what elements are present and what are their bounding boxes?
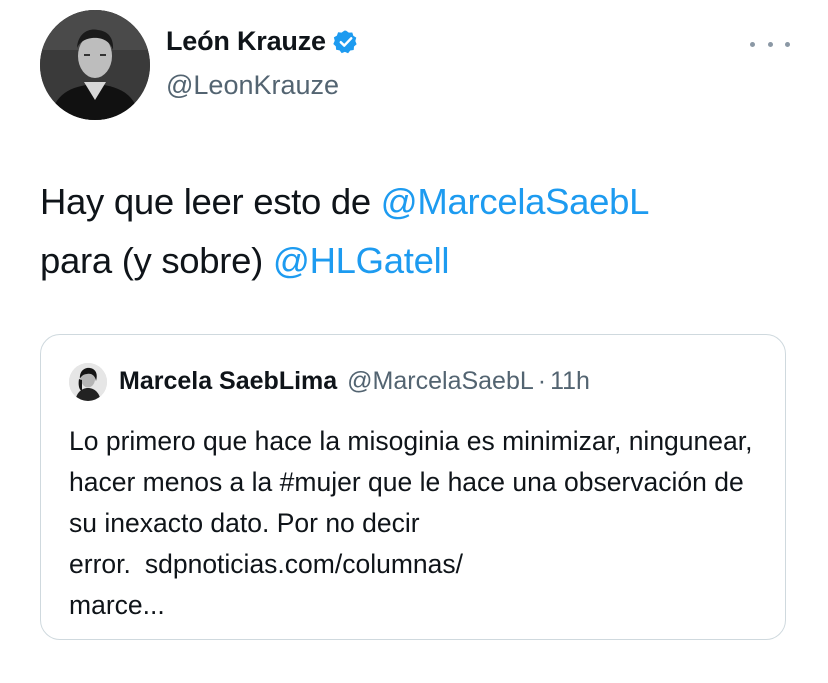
- quoted-link-continuation[interactable]: marce...: [69, 590, 165, 620]
- quoted-timestamp[interactable]: 11h: [550, 367, 590, 396]
- mention-link[interactable]: @HLGatell: [273, 240, 450, 281]
- quoted-link[interactable]: sdpnoticias.com/columnas/: [145, 549, 463, 579]
- tweet-text: Hay que leer esto de @MarcelaSaebL para …: [40, 172, 800, 290]
- quoted-author-handle[interactable]: @MarcelaSaebL: [347, 367, 534, 396]
- more-dots-icon: [767, 41, 773, 47]
- author-handle[interactable]: @LeonKrauze: [166, 70, 339, 101]
- quoted-tweet[interactable]: Marcela SaebLima @MarcelaSaebL · 11h Lo …: [40, 334, 786, 640]
- tweet: León Krauze @LeonKrauze Hay que leer est…: [0, 0, 828, 683]
- author-avatar[interactable]: [40, 10, 150, 120]
- quoted-header: Marcela SaebLima @MarcelaSaebL · 11h: [119, 367, 590, 396]
- more-options-button[interactable]: [750, 34, 790, 54]
- more-dots-icon: [750, 41, 755, 47]
- author-name-row[interactable]: León Krauze: [166, 26, 359, 57]
- tweet-text-part: para (y sobre): [40, 240, 273, 281]
- author-name[interactable]: León Krauze: [166, 26, 326, 57]
- quoted-text: Lo primero que hace la misoginia es mini…: [69, 421, 759, 626]
- quoted-author-name[interactable]: Marcela SaebLima: [119, 367, 337, 396]
- more-dots-icon: [785, 41, 790, 47]
- verified-badge-icon: [333, 29, 359, 55]
- quoted-author-avatar[interactable]: [69, 363, 107, 401]
- separator: ·: [537, 367, 547, 395]
- tweet-text-part: Hay que leer esto de: [40, 181, 381, 222]
- mention-link[interactable]: @MarcelaSaebL: [381, 181, 650, 222]
